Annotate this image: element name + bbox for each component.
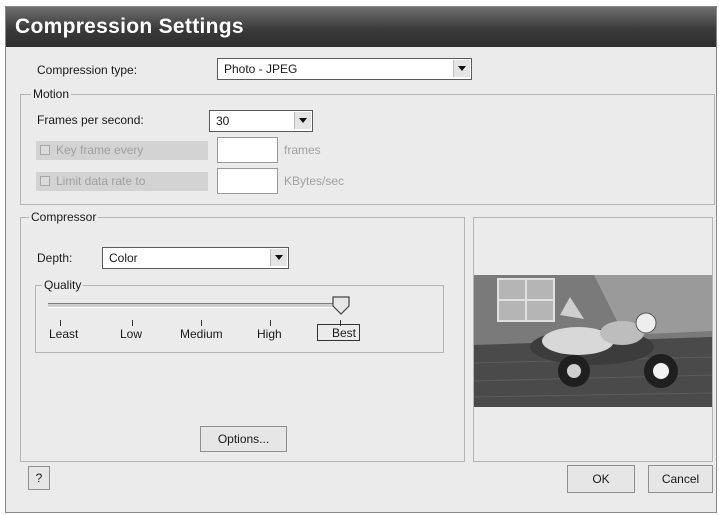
limit-data-rate-input[interactable] xyxy=(217,168,278,194)
compressor-legend: Compressor xyxy=(29,210,99,224)
depth-select[interactable]: Color xyxy=(102,247,289,269)
key-frame-label: Key frame every xyxy=(56,143,144,157)
fps-value: 30 xyxy=(216,114,230,128)
quality-mark-least[interactable]: Least xyxy=(49,327,78,341)
key-frame-checkbox-row[interactable]: Key frame every xyxy=(36,141,208,160)
quality-tick xyxy=(60,320,61,326)
key-frame-unit: frames xyxy=(284,143,321,157)
limit-data-rate-unit: KBytes/sec xyxy=(284,174,345,188)
limit-data-rate-checkbox-row[interactable]: Limit data rate to xyxy=(36,172,208,191)
quality-group xyxy=(35,285,444,353)
fps-select[interactable]: 30 xyxy=(209,110,313,132)
quality-slider-thumb[interactable] xyxy=(331,296,351,316)
ok-button[interactable]: OK xyxy=(567,465,635,493)
quality-slider-track[interactable] xyxy=(48,303,348,308)
quality-mark-best[interactable]: Best xyxy=(317,324,361,341)
quality-mark-medium[interactable]: Medium xyxy=(180,327,223,341)
depth-label: Depth: xyxy=(37,251,73,265)
limit-data-rate-label: Limit data rate to xyxy=(56,174,146,188)
help-button[interactable]: ? xyxy=(28,466,50,490)
compression-type-select[interactable]: Photo - JPEG xyxy=(217,58,472,80)
quality-tick xyxy=(201,320,202,326)
key-frame-checkbox[interactable] xyxy=(40,145,50,155)
cancel-button[interactable]: Cancel xyxy=(648,465,713,493)
quality-mark-low[interactable]: Low xyxy=(120,327,142,341)
limit-data-rate-checkbox[interactable] xyxy=(40,176,50,186)
quality-mark-high[interactable]: High xyxy=(257,327,282,341)
fps-label: Frames per second: xyxy=(37,113,144,127)
quality-legend: Quality xyxy=(42,278,84,292)
motion-legend: Motion xyxy=(31,87,72,101)
options-button[interactable]: Options... xyxy=(200,426,287,452)
chevron-down-icon[interactable] xyxy=(453,60,470,77)
depth-value: Color xyxy=(109,251,138,265)
chevron-down-icon[interactable] xyxy=(294,112,311,129)
compression-type-value: Photo - JPEG xyxy=(224,62,298,76)
chevron-down-icon[interactable] xyxy=(270,249,287,266)
preview-image xyxy=(474,275,712,407)
dialog-title: Compression Settings xyxy=(6,7,716,47)
quality-tick xyxy=(132,320,133,326)
compression-settings-dialog: Compression Settings Compression type: P… xyxy=(5,6,717,513)
quality-tick xyxy=(270,320,271,326)
key-frame-input[interactable] xyxy=(217,137,278,163)
compression-type-label: Compression type: xyxy=(37,63,138,77)
